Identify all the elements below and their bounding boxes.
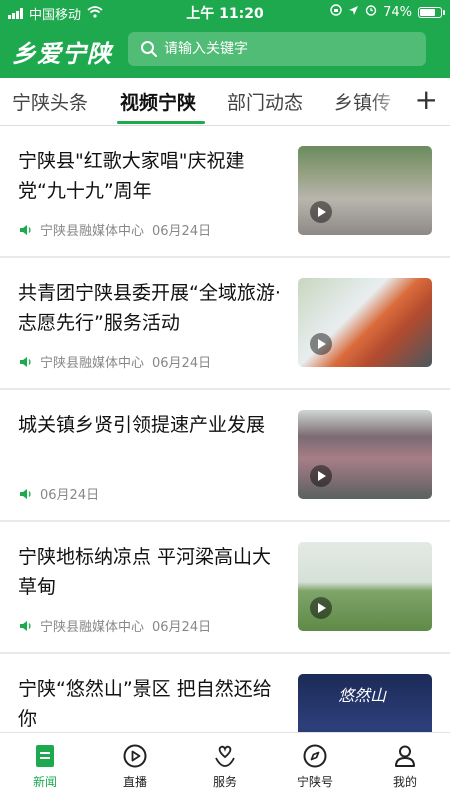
nav-profile[interactable]: 我的: [360, 733, 450, 800]
news-meta: 宁陕县融媒体中心 06月24日: [18, 220, 211, 239]
app-header: 中国移动 上午 11:20 74% 乡爱宁陕: [0, 0, 450, 78]
play-icon[interactable]: [310, 597, 332, 619]
rotation-lock-icon: [330, 4, 342, 20]
tab-department-news[interactable]: 部门动态: [227, 88, 303, 115]
channel-tabs: 宁陕头条 视频宁陕 部门动态 乡镇传 +: [0, 78, 450, 126]
video-thumbnail[interactable]: [298, 410, 432, 499]
tabs-fade: [368, 78, 408, 124]
speaker-icon: [20, 488, 31, 499]
nav-services[interactable]: 服务: [180, 733, 270, 800]
thumbnail-caption: 悠然山: [338, 686, 387, 705]
nav-news[interactable]: 新闻: [0, 733, 90, 800]
news-source: 宁陕县融媒体中心: [40, 356, 145, 371]
app-logo: 乡爱宁陕: [12, 39, 112, 68]
news-icon: [36, 745, 54, 767]
search-input[interactable]: [164, 41, 404, 57]
nav-label: 直播: [122, 775, 147, 789]
nav-label: 我的: [392, 775, 417, 789]
play-icon[interactable]: [310, 333, 332, 355]
list-item[interactable]: 宁陕“悠然山”景区 把自然还给你 悠然山: [0, 654, 450, 732]
speaker-icon: [20, 224, 31, 235]
video-thumbnail[interactable]: [298, 278, 432, 367]
location-icon: [348, 5, 359, 20]
list-item[interactable]: 城关镇乡贤引领提速产业发展 06月24日: [0, 390, 450, 522]
news-source: 宁陕县融媒体中心: [40, 224, 145, 239]
news-source: 宁陕县融媒体中心: [40, 620, 145, 635]
app-bar: 乡爱宁陕: [0, 24, 450, 78]
news-date: 06月24日: [40, 488, 100, 503]
news-title: 宁陕地标纳凉点 平河梁高山大草甸: [18, 546, 272, 598]
compass-icon: [303, 744, 327, 768]
nav-label: 服务: [212, 775, 237, 789]
play-circle-icon: [123, 744, 147, 768]
search-box[interactable]: [128, 32, 426, 66]
news-meta: 宁陕县融媒体中心 06月24日: [18, 616, 211, 635]
play-icon[interactable]: [310, 201, 332, 223]
news-meta: 宁陕县融媒体中心 06月24日: [18, 352, 211, 371]
news-title: 城关镇乡贤引领提速产业发展: [18, 414, 266, 436]
video-thumbnail[interactable]: 悠然山: [298, 674, 432, 732]
news-title: 共青团宁陕县委开展“全域旅游·志愿先行”服务活动: [18, 282, 281, 334]
news-title: 宁陕县"红歌大家唱"庆祝建党“九十九”周年: [18, 150, 245, 202]
nav-live[interactable]: 直播: [90, 733, 180, 800]
user-icon: [395, 745, 415, 767]
nav-label: 新闻: [32, 775, 57, 789]
alarm-icon: [365, 4, 377, 20]
news-meta: 06月24日: [18, 484, 99, 503]
active-tab-indicator: [117, 121, 205, 124]
news-date: 06月24日: [152, 356, 212, 371]
list-item[interactable]: 共青团宁陕县委开展“全域旅游·志愿先行”服务活动 宁陕县融媒体中心 06月24日: [0, 258, 450, 390]
nav-ningshan-account[interactable]: 宁陕号: [270, 733, 360, 800]
list-item[interactable]: 宁陕地标纳凉点 平河梁高山大草甸 宁陕县融媒体中心 06月24日: [0, 522, 450, 654]
heart-hand-icon: [215, 745, 235, 767]
bottom-navigation: 新闻 直播 服务 宁陕号 我的: [0, 732, 450, 800]
battery-icon: [418, 6, 445, 18]
news-title: 宁陕“悠然山”景区 把自然还给你: [18, 678, 272, 730]
battery-percent: 74%: [383, 4, 412, 20]
search-icon: [141, 41, 157, 57]
play-icon[interactable]: [310, 465, 332, 487]
tab-video[interactable]: 视频宁陕: [120, 88, 196, 115]
news-date: 06月24日: [152, 224, 212, 239]
add-channel-icon[interactable]: +: [415, 86, 438, 114]
list-item[interactable]: 宁陕县"红歌大家唱"庆祝建党“九十九”周年 宁陕县融媒体中心 06月24日: [0, 126, 450, 258]
video-thumbnail[interactable]: [298, 542, 432, 631]
speaker-icon: [20, 620, 31, 631]
news-list: 宁陕县"红歌大家唱"庆祝建党“九十九”周年 宁陕县融媒体中心 06月24日 共青…: [0, 126, 450, 732]
news-date: 06月24日: [152, 620, 212, 635]
tab-headlines[interactable]: 宁陕头条: [12, 88, 88, 115]
nav-label: 宁陕号: [296, 775, 333, 789]
video-thumbnail[interactable]: [298, 146, 432, 235]
speaker-icon: [20, 356, 31, 367]
status-bar: 中国移动 上午 11:20 74%: [0, 0, 450, 24]
